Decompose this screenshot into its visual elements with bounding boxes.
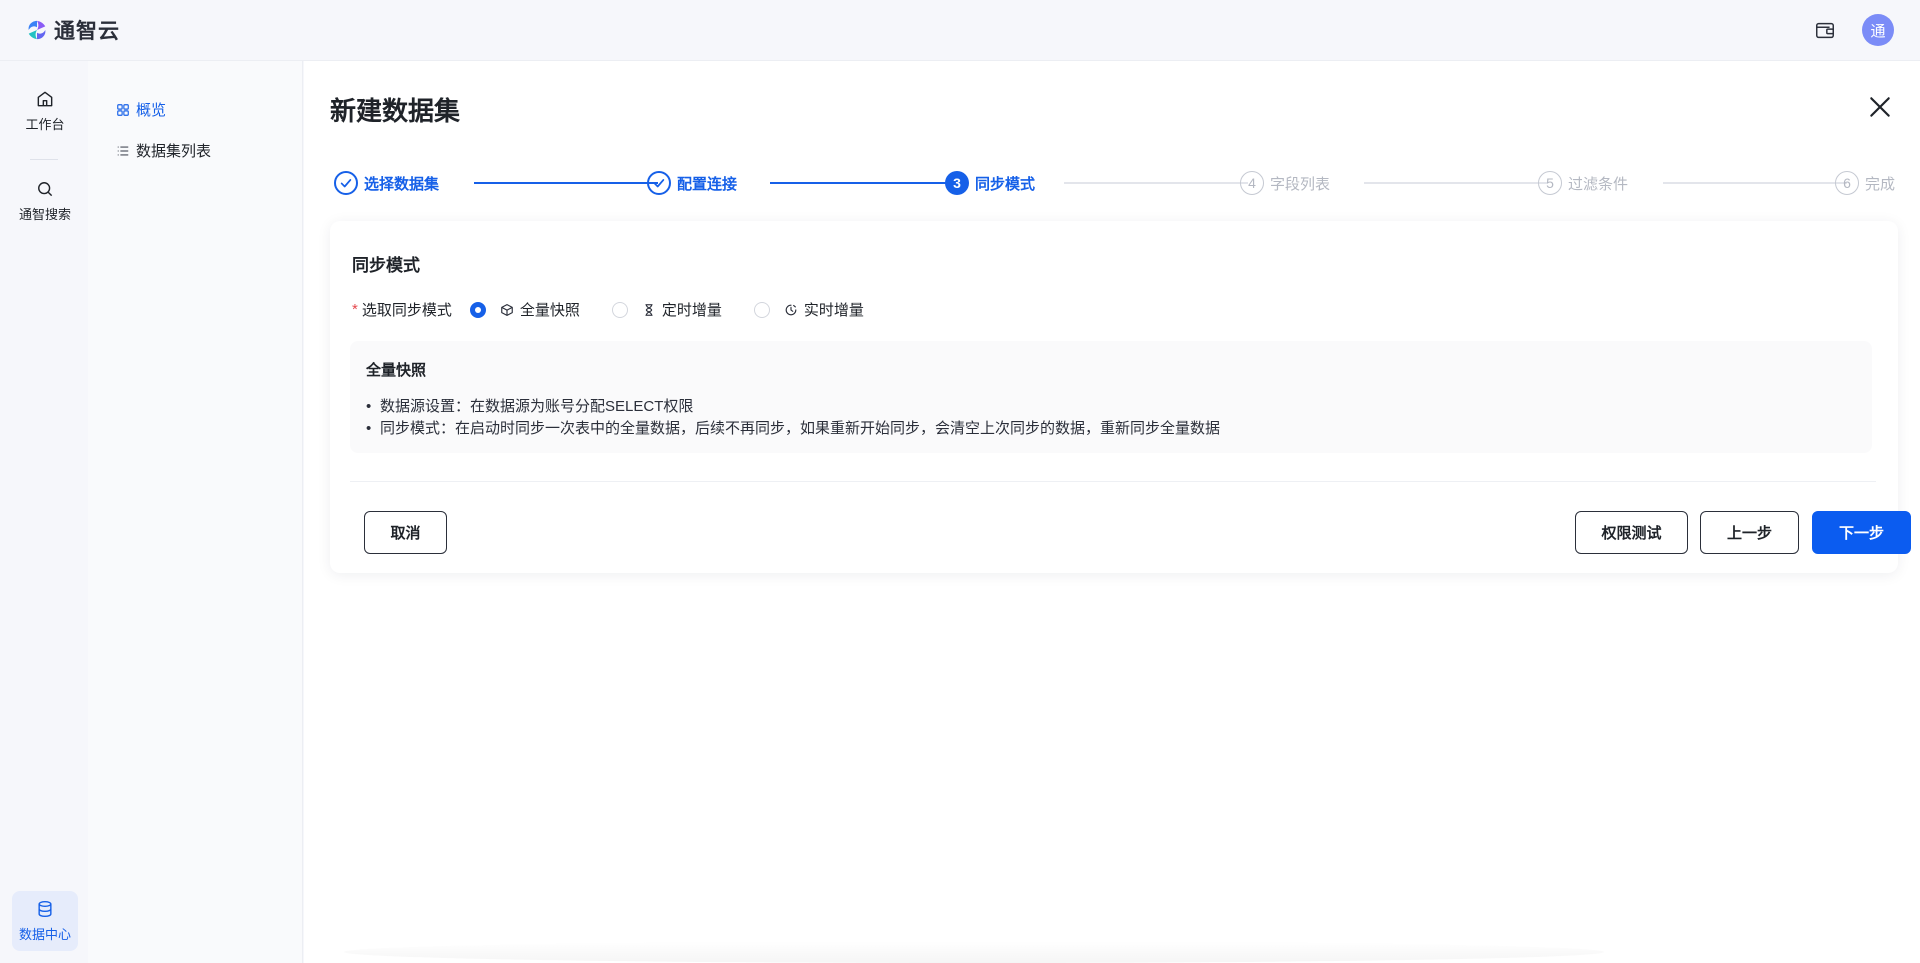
radio-label: 定时增量	[661, 302, 722, 319]
sync-mode-field: * 选取同步模式 全量快照 定时增量 实时增量	[352, 299, 896, 320]
list-icon	[117, 145, 129, 156]
step-field-list: 4 字段列表	[1240, 171, 1330, 195]
next-step-button[interactable]: 下一步	[1812, 511, 1911, 554]
step-label: 选择数据集	[364, 175, 440, 193]
home-icon	[37, 91, 53, 107]
clock-icon	[785, 304, 797, 315]
avatar[interactable]: 通	[1862, 14, 1894, 46]
required-mark: *	[352, 301, 358, 318]
rail-item-data-center[interactable]: 数据中心	[12, 891, 78, 951]
radio-button[interactable]	[469, 301, 486, 318]
rail-divider	[30, 159, 58, 160]
close-icon[interactable]	[1867, 94, 1893, 120]
rail-item-label: 数据中心	[18, 927, 71, 942]
bottom-scroll-shadow	[344, 941, 1604, 963]
step-label: 字段列表	[1270, 175, 1331, 193]
check-icon	[647, 171, 671, 195]
grid-icon	[117, 103, 129, 116]
description-title: 全量快照	[366, 362, 427, 379]
brand-logo-icon	[28, 20, 46, 40]
main-content: 新建数据集 选择数据集 配置连接 3 同步模式 4 字段列表 5 过滤条件 6 …	[304, 61, 1920, 963]
wallet-icon[interactable]	[1814, 19, 1836, 41]
radio-full-snapshot[interactable]: 全量快照	[469, 299, 580, 320]
step-connector	[474, 182, 658, 184]
divider	[350, 481, 1876, 482]
prev-step-button[interactable]: 上一步	[1700, 511, 1799, 554]
sync-mode-label: 选取同步模式	[361, 302, 452, 319]
sync-mode-card: 同步模式 * 选取同步模式 全量快照 定时增量 实时增量 全量快照 • 数据源设…	[330, 221, 1911, 573]
radio-button[interactable]	[753, 301, 770, 318]
step-label: 配置连接	[677, 175, 738, 193]
step-configure-connection: 配置连接	[647, 171, 737, 195]
step-number: 5	[1538, 171, 1562, 195]
sub-menu: 概览 数据集列表	[88, 61, 303, 963]
radio-button[interactable]	[611, 301, 628, 318]
check-icon	[334, 171, 358, 195]
description-line: • 数据源设置：在数据源为账号分配SELECT权限	[366, 396, 1856, 418]
mode-description-box: 全量快照 • 数据源设置：在数据源为账号分配SELECT权限 • 同步模式：在启…	[350, 341, 1872, 453]
step-sync-mode: 3 同步模式	[945, 171, 1035, 195]
step-label: 过滤条件	[1568, 175, 1629, 193]
search-icon	[38, 182, 53, 197]
step-number: 6	[1835, 171, 1859, 195]
submenu-item-label: 概览	[136, 102, 167, 119]
step-number: 3	[945, 171, 969, 195]
step-label: 完成	[1865, 175, 1896, 193]
step-number: 4	[1240, 171, 1264, 195]
brand[interactable]: 通智云	[26, 15, 120, 45]
cube-icon	[501, 303, 513, 316]
radio-label: 全量快照	[519, 302, 580, 319]
permission-test-button[interactable]: 权限测试	[1575, 511, 1688, 554]
cancel-button[interactable]: 取消	[364, 511, 447, 554]
submenu-item-overview[interactable]: 概览	[116, 99, 166, 120]
bullet: •	[366, 420, 372, 437]
step-label: 同步模式	[975, 175, 1036, 193]
rail-item-label: 工作台	[25, 117, 65, 132]
bullet: •	[366, 398, 372, 415]
step-connector	[770, 182, 950, 184]
description-line: • 同步模式：在启动时同步一次表中的全量数据，后续不再同步，如果重新开始同步，会…	[366, 418, 1856, 440]
step-complete: 6 完成	[1835, 171, 1895, 195]
stepper: 选择数据集 配置连接 3 同步模式 4 字段列表 5 过滤条件 6 完成	[330, 171, 1900, 201]
page-title: 新建数据集	[330, 96, 461, 126]
step-filter-conditions: 5 过滤条件	[1538, 171, 1628, 195]
description-text: 同步模式：在启动时同步一次表中的全量数据，后续不再同步，如果重新开始同步，会清空…	[380, 420, 1221, 437]
rail-item-workbench[interactable]: 工作台	[12, 81, 78, 141]
database-icon	[38, 900, 52, 918]
rail-item-label: 通智搜索	[18, 207, 71, 222]
radio-realtime-incremental[interactable]: 实时增量	[753, 299, 864, 320]
description-text: 数据源设置：在数据源为账号分配SELECT权限	[380, 398, 694, 415]
card-title: 同步模式	[352, 256, 420, 275]
radio-label: 实时增量	[803, 302, 864, 319]
step-connector	[1663, 182, 1847, 184]
submenu-item-label: 数据集列表	[136, 143, 212, 160]
step-connector	[1064, 182, 1248, 184]
step-connector	[1364, 182, 1548, 184]
top-bar: 通智云 通	[0, 0, 1920, 61]
brand-name: 通智云	[54, 20, 120, 43]
step-select-dataset: 选择数据集	[334, 171, 439, 195]
radio-scheduled-incremental[interactable]: 定时增量	[611, 299, 722, 320]
rail-item-search[interactable]: 通智搜索	[12, 171, 78, 231]
left-rail: 工作台 通智搜索 数据中心	[0, 61, 88, 963]
hourglass-icon	[645, 303, 653, 316]
submenu-item-dataset-list[interactable]: 数据集列表	[116, 140, 211, 161]
